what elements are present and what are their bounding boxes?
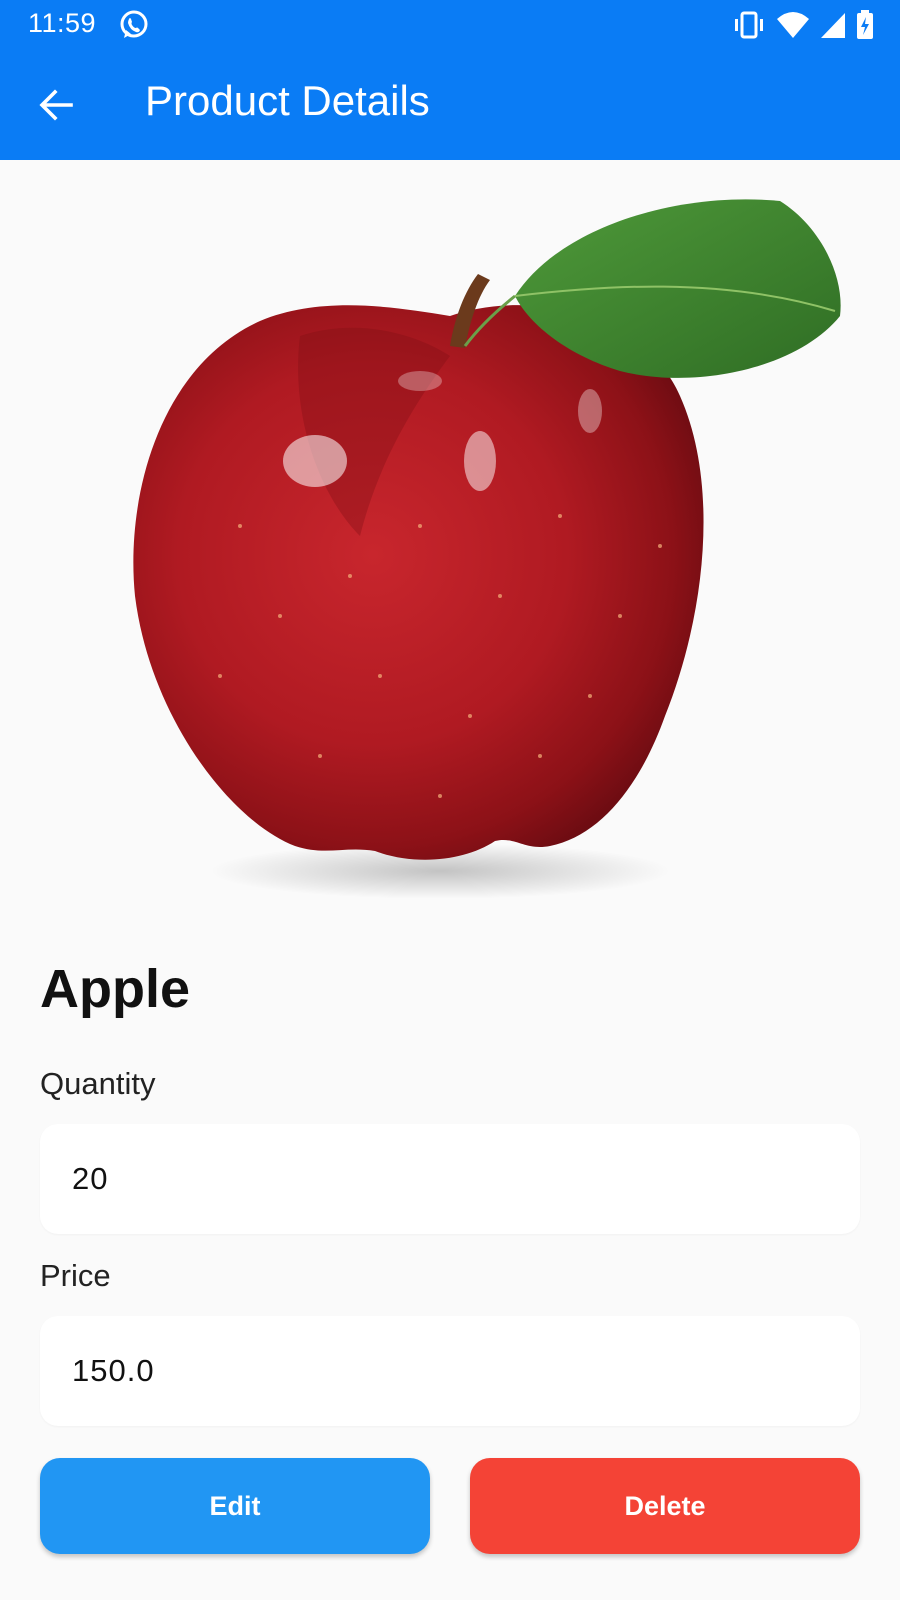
- whatsapp-icon: [120, 10, 148, 38]
- quantity-label: Quantity: [40, 1066, 156, 1101]
- delete-button[interactable]: Delete: [470, 1458, 860, 1554]
- vibrate-icon: [735, 11, 763, 39]
- battery-charging-icon: [857, 10, 873, 39]
- quantity-input[interactable]: [40, 1124, 860, 1234]
- page-title: Product Details: [145, 77, 430, 124]
- back-button[interactable]: [26, 75, 86, 135]
- arrow-back-icon: [39, 89, 73, 121]
- wifi-icon: [777, 12, 809, 38]
- status-bar: 11:59: [0, 0, 900, 50]
- product-image: [133, 199, 841, 899]
- app-bar: Product Details: [0, 50, 900, 160]
- signal-icon: [821, 13, 845, 38]
- status-time: 11:59: [28, 8, 97, 38]
- price-label: Price: [40, 1258, 111, 1293]
- price-input[interactable]: [40, 1316, 860, 1426]
- product-name: Apple: [40, 959, 191, 1019]
- status-icons: [732, 10, 874, 40]
- edit-button[interactable]: Edit: [40, 1458, 430, 1554]
